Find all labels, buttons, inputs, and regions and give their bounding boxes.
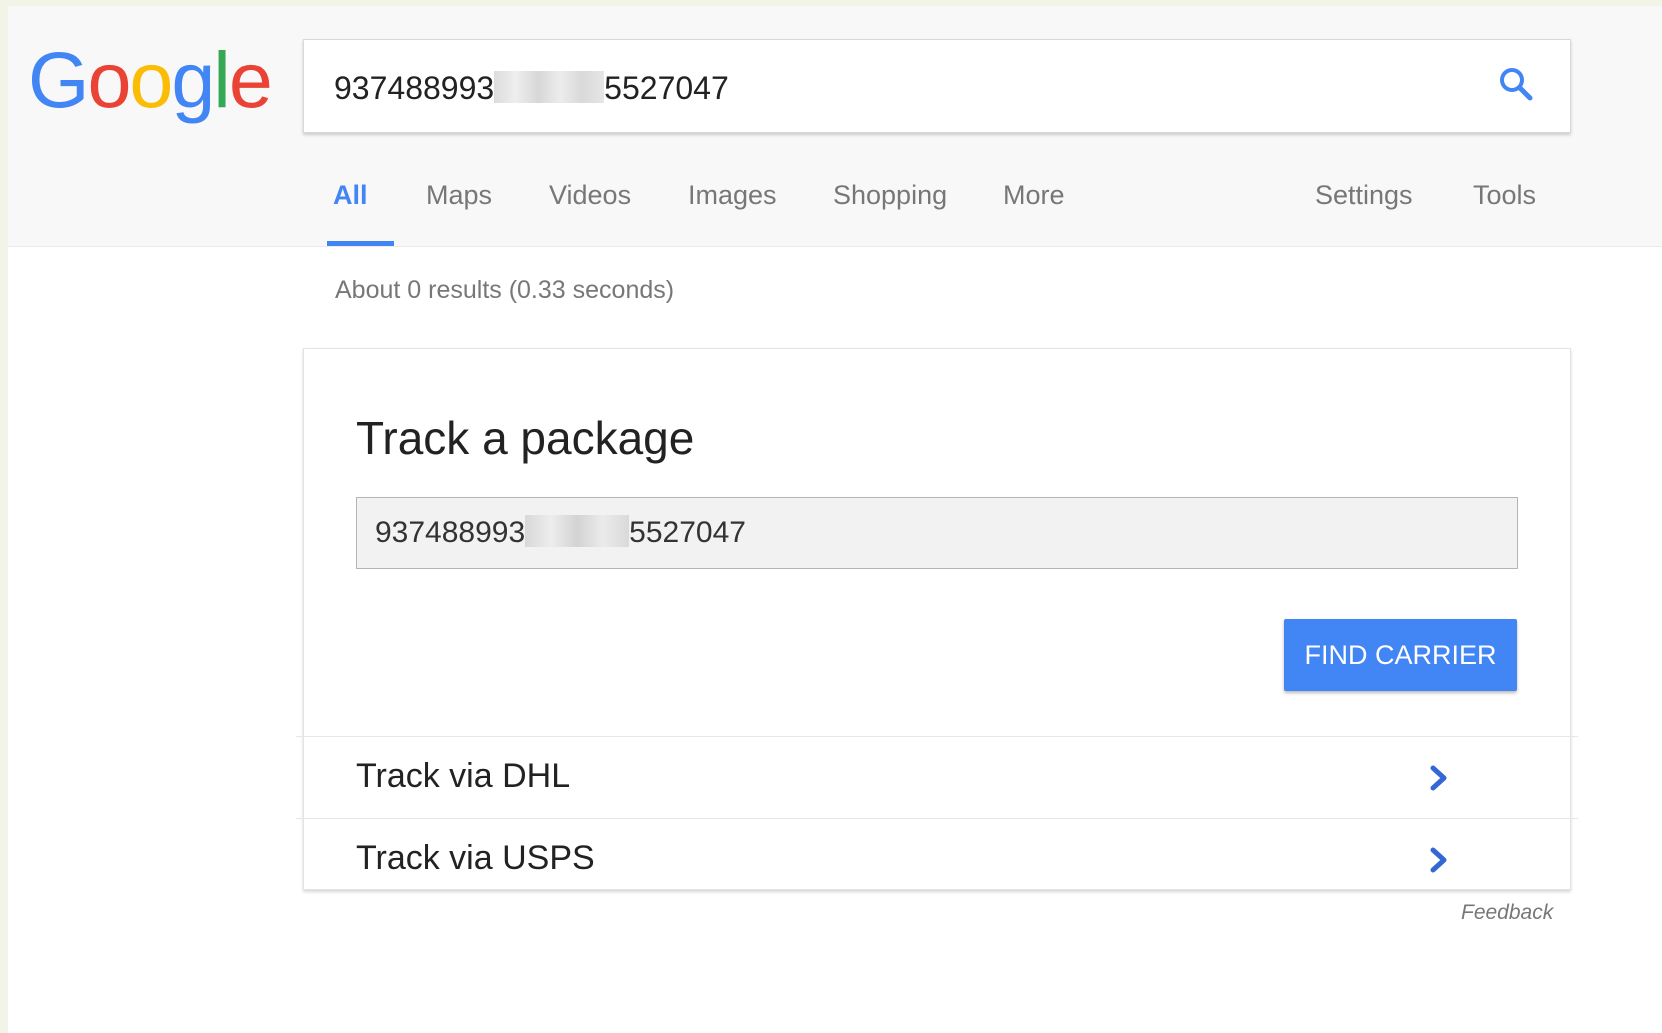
- logo-letter: o: [87, 35, 131, 124]
- tab-maps[interactable]: Maps: [426, 180, 492, 211]
- tab-settings[interactable]: Settings: [1315, 180, 1413, 211]
- find-carrier-button[interactable]: FIND CARRIER: [1284, 619, 1517, 691]
- search-header: Google 937488993 5527047 All Maps Videos …: [8, 6, 1662, 247]
- track-via-dhl-label: Track via DHL: [356, 757, 571, 795]
- tab-images[interactable]: Images: [688, 180, 777, 211]
- tab-videos[interactable]: Videos: [549, 180, 631, 211]
- logo-letter: g: [171, 35, 215, 124]
- tab-all[interactable]: All: [333, 180, 368, 211]
- active-tab-indicator: [327, 241, 394, 246]
- track-via-dhl-row[interactable]: Track via DHL: [296, 736, 1578, 818]
- tab-shopping[interactable]: Shopping: [833, 180, 947, 211]
- tracking-value-prefix: 937488993: [375, 516, 526, 549]
- tab-tools[interactable]: Tools: [1473, 180, 1536, 211]
- logo-letter: l: [213, 35, 231, 124]
- result-stats: About 0 results (0.33 seconds): [335, 276, 675, 304]
- search-value-prefix: 937488993: [334, 70, 495, 106]
- search-box[interactable]: 937488993 5527047: [303, 39, 1571, 133]
- tracking-value-suffix: 5527047: [629, 516, 746, 549]
- search-icon[interactable]: [1496, 64, 1536, 104]
- track-via-usps-label: Track via USPS: [356, 839, 595, 877]
- chevron-right-icon: [1430, 765, 1447, 791]
- package-tracking-card: Track a package 937488993 5527047 FIND CA…: [296, 348, 1578, 890]
- track-via-usps-row[interactable]: Track via USPS: [296, 818, 1578, 900]
- redacted-blur: [525, 515, 630, 547]
- tracking-number-value: 937488993 5527047: [375, 515, 746, 551]
- search-results-page: Google 937488993 5527047 All Maps Videos …: [8, 6, 1662, 1033]
- redacted-blur: [494, 71, 605, 103]
- chevron-right-icon: [1430, 847, 1447, 873]
- card-title: Track a package: [356, 412, 695, 464]
- tab-more[interactable]: More: [1003, 180, 1065, 211]
- feedback-link[interactable]: Feedback: [1461, 901, 1553, 925]
- google-logo[interactable]: Google: [28, 35, 273, 124]
- tracking-number-field[interactable]: 937488993 5527047: [356, 497, 1518, 569]
- logo-letter: e: [228, 35, 273, 124]
- logo-letter: o: [129, 35, 173, 124]
- search-value-suffix: 5527047: [604, 70, 729, 106]
- logo-letter: G: [28, 35, 89, 124]
- search-input[interactable]: 937488993 5527047: [334, 68, 729, 108]
